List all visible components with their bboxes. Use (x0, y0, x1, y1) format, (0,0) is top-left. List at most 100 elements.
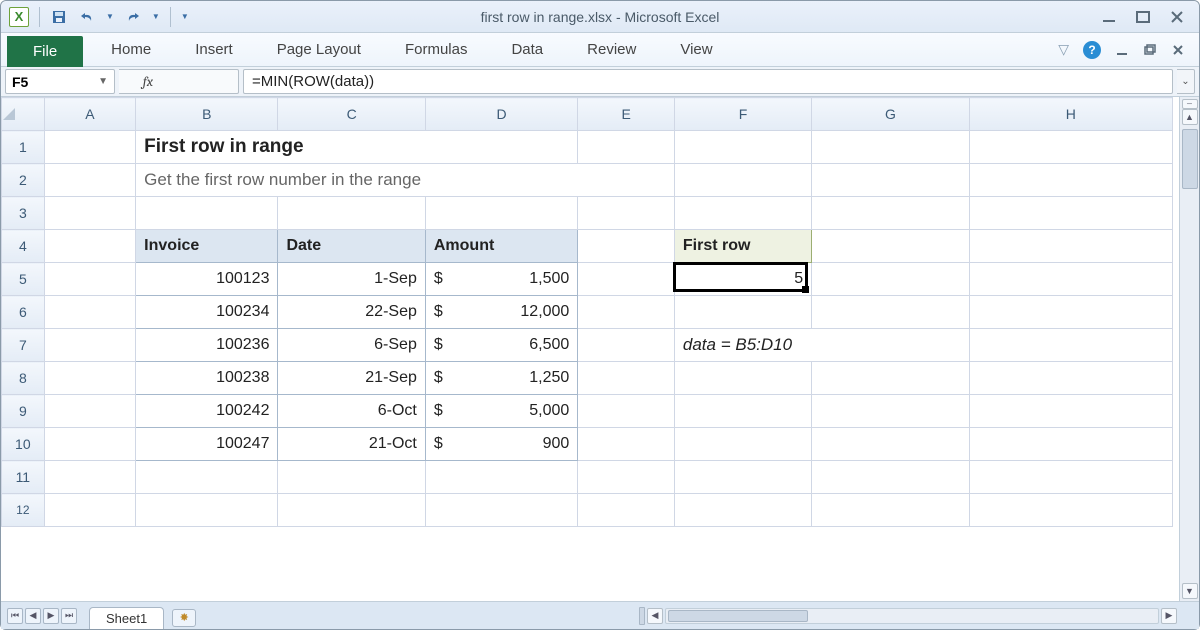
col-header-H[interactable]: H (969, 98, 1172, 131)
vscroll-thumb[interactable] (1182, 129, 1198, 189)
cell-amount[interactable]: $1,250 (426, 362, 577, 394)
cell-amount[interactable]: $5,000 (426, 395, 577, 427)
tab-formulas[interactable]: Formulas (383, 33, 490, 66)
row-header-4[interactable]: 4 (2, 230, 45, 263)
cell-invoice[interactable]: 100236 (136, 329, 277, 361)
new-sheet-icon[interactable]: ✸ (172, 609, 196, 627)
result-label: First row (675, 230, 811, 262)
row-header-5[interactable]: 5 (2, 263, 45, 296)
col-header-G[interactable]: G (812, 98, 970, 131)
ribbon: File Home Insert Page Layout Formulas Da… (1, 33, 1199, 67)
qat-separator (39, 7, 40, 27)
vertical-scrollbar[interactable]: ─ ▲ ▼ (1179, 97, 1199, 601)
col-header-B[interactable]: B (136, 98, 278, 131)
row-header-7[interactable]: 7 (2, 329, 45, 362)
formula-bar: F5 ▼ ✕ fx =MIN(ROW(data)) ⌄ (1, 67, 1199, 97)
maximize-icon[interactable] (1135, 9, 1151, 25)
redo-icon[interactable] (124, 8, 142, 26)
last-sheet-icon[interactable]: ⏭ (61, 608, 77, 624)
row-header-11[interactable]: 11 (2, 461, 45, 494)
col-header-A[interactable]: A (44, 98, 135, 131)
cell-date[interactable]: 21-Sep (278, 362, 424, 394)
prev-sheet-icon[interactable]: ◀ (25, 608, 41, 624)
cell-date[interactable]: 1-Sep (278, 263, 424, 295)
scroll-right-icon[interactable]: ▶ (1161, 608, 1177, 624)
row-header-3[interactable]: 3 (2, 197, 45, 230)
cell-invoice[interactable]: 100242 (136, 395, 277, 427)
col-header-E[interactable]: E (578, 98, 675, 131)
scroll-left-icon[interactable]: ◀ (647, 608, 663, 624)
qat-separator-2 (170, 7, 171, 27)
table-header-amount: Amount (426, 230, 577, 262)
tab-insert[interactable]: Insert (173, 33, 255, 66)
workbook-minimize-icon[interactable] (1115, 43, 1129, 57)
cell-invoice[interactable]: 100247 (136, 428, 277, 460)
table-header-date: Date (278, 230, 424, 262)
redo-dropdown-icon[interactable]: ▼ (152, 12, 160, 21)
tab-review[interactable]: Review (565, 33, 658, 66)
close-icon[interactable] (1169, 9, 1185, 25)
grid-table: A B C D E F G H 1 First row in range (1, 97, 1173, 527)
sheet-tab-sheet1[interactable]: Sheet1 (89, 607, 164, 629)
select-all-corner[interactable] (2, 98, 45, 131)
cell-amount[interactable]: $900 (426, 428, 577, 460)
tab-view[interactable]: View (658, 33, 734, 66)
cell-amount[interactable]: $1,500 (426, 263, 577, 295)
scroll-down-icon[interactable]: ▼ (1182, 583, 1198, 599)
row-header-10[interactable]: 10 (2, 428, 45, 461)
sheet-subtitle: Get the first row number in the range (136, 164, 674, 196)
tab-page-layout[interactable]: Page Layout (255, 33, 383, 66)
title-bar: X ▼ ▼ ▼ first row in range.xlsx - Micros… (1, 1, 1199, 33)
formula-expand-icon[interactable]: ⌄ (1177, 69, 1195, 94)
tab-nav: ⏮ ◀ ▶ ⏭ (1, 608, 83, 624)
cell-amount[interactable]: $6,500 (426, 329, 577, 361)
row-header-6[interactable]: 6 (2, 296, 45, 329)
ribbon-minimize-icon[interactable]: ▽ (1058, 41, 1069, 58)
scroll-up-icon[interactable]: ▲ (1182, 109, 1198, 125)
tab-home[interactable]: Home (89, 33, 173, 66)
cell-invoice[interactable]: 100238 (136, 362, 277, 394)
col-header-F[interactable]: F (674, 98, 811, 131)
tab-data[interactable]: Data (489, 33, 565, 66)
quick-access-toolbar: X ▼ ▼ ▼ (1, 7, 189, 27)
sheet-tabs-bar: ⏮ ◀ ▶ ⏭ Sheet1 ✸ ◀ ▶ (1, 601, 1199, 629)
workbook-restore-icon[interactable] (1143, 43, 1157, 57)
tab-split-handle[interactable] (639, 607, 645, 625)
undo-icon[interactable] (78, 8, 96, 26)
horizontal-scrollbar[interactable]: ◀ ▶ (639, 607, 1199, 625)
cell-invoice[interactable]: 100123 (136, 263, 277, 295)
file-tab[interactable]: File (7, 36, 83, 67)
undo-dropdown-icon[interactable]: ▼ (106, 12, 114, 21)
minimize-icon[interactable] (1101, 9, 1117, 25)
row-header-8[interactable]: 8 (2, 362, 45, 395)
cell-invoice[interactable]: 100234 (136, 296, 277, 328)
cell-date[interactable]: 6-Oct (278, 395, 424, 427)
row-header-9[interactable]: 9 (2, 395, 45, 428)
name-box-dropdown-icon[interactable]: ▼ (98, 76, 108, 87)
table-header-invoice: Invoice (136, 230, 277, 262)
worksheet-area: A B C D E F G H 1 First row in range (1, 97, 1199, 601)
name-box-value: F5 (12, 74, 28, 90)
help-icon[interactable]: ? (1083, 41, 1101, 59)
save-icon[interactable] (50, 8, 68, 26)
col-header-D[interactable]: D (425, 98, 577, 131)
result-value-cell[interactable]: 5 (675, 263, 811, 295)
row-header-2[interactable]: 2 (2, 164, 45, 197)
cell-date[interactable]: 6-Sep (278, 329, 424, 361)
name-box[interactable]: F5 ▼ (5, 69, 115, 94)
fx-icon[interactable]: fx (143, 73, 153, 90)
cell-date[interactable]: 21-Oct (278, 428, 424, 460)
hscroll-thumb[interactable] (668, 610, 808, 622)
worksheet-grid[interactable]: A B C D E F G H 1 First row in range (1, 97, 1179, 601)
col-header-C[interactable]: C (278, 98, 425, 131)
formula-input[interactable]: =MIN(ROW(data)) (243, 69, 1173, 94)
cell-amount[interactable]: $12,000 (426, 296, 577, 328)
workbook-close-icon[interactable] (1171, 43, 1185, 57)
cell-date[interactable]: 22-Sep (278, 296, 424, 328)
row-header-1[interactable]: 1 (2, 131, 45, 164)
split-handle-icon[interactable]: ─ (1182, 99, 1198, 109)
qat-customize-icon[interactable]: ▼ (181, 12, 189, 21)
next-sheet-icon[interactable]: ▶ (43, 608, 59, 624)
first-sheet-icon[interactable]: ⏮ (7, 608, 23, 624)
row-header-12[interactable]: 12 (2, 494, 45, 527)
